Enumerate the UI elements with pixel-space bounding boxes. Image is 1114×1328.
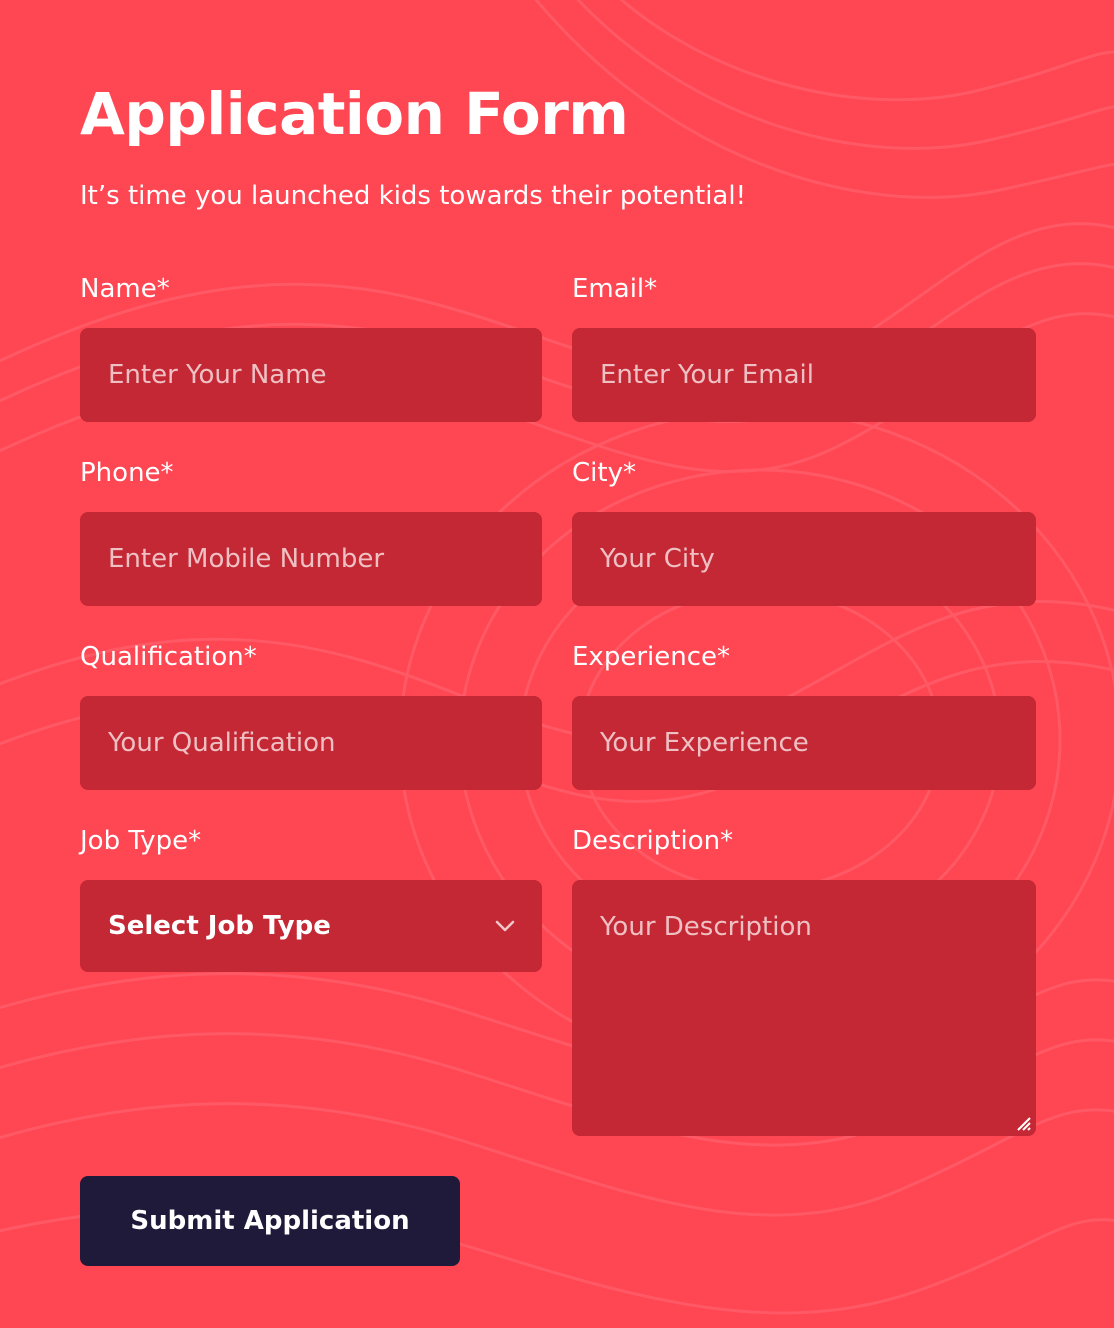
application-form: Application Form It’s time you launched …	[80, 82, 1036, 212]
description-field-group: Description*	[572, 826, 1036, 1136]
description-textarea[interactable]	[572, 880, 1036, 1136]
phone-label: Phone*	[80, 458, 174, 488]
name-field-group: Name*	[80, 274, 542, 422]
job-type-field-group: Job Type* Select Job Type	[80, 826, 542, 972]
phone-input[interactable]	[80, 512, 542, 606]
description-label: Description*	[572, 826, 734, 856]
city-input[interactable]	[572, 512, 1036, 606]
experience-field-group: Experience*	[572, 642, 1036, 790]
name-input[interactable]	[80, 328, 542, 422]
experience-label: Experience*	[572, 642, 730, 672]
city-field-group: City*	[572, 458, 1036, 606]
qualification-input[interactable]	[80, 696, 542, 790]
job-type-label: Job Type*	[80, 826, 202, 856]
job-type-select[interactable]: Select Job Type	[80, 880, 542, 972]
chevron-down-icon	[494, 915, 516, 937]
experience-input[interactable]	[572, 696, 1036, 790]
resize-handle-icon[interactable]	[1014, 1114, 1032, 1132]
phone-field-group: Phone*	[80, 458, 542, 606]
form-title: Application Form	[80, 80, 629, 148]
qualification-label: Qualification*	[80, 642, 257, 672]
email-label: Email*	[572, 274, 658, 304]
description-wrapper	[572, 880, 1036, 1136]
qualification-field-group: Qualification*	[80, 642, 542, 790]
job-type-selected-value: Select Job Type	[108, 911, 331, 941]
name-label: Name*	[80, 274, 170, 304]
form-subtitle: It’s time you launched kids towards thei…	[80, 181, 746, 211]
city-label: City*	[572, 458, 636, 488]
email-input[interactable]	[572, 328, 1036, 422]
email-field-group: Email*	[572, 274, 1036, 422]
submit-application-button[interactable]: Submit Application	[80, 1176, 460, 1266]
